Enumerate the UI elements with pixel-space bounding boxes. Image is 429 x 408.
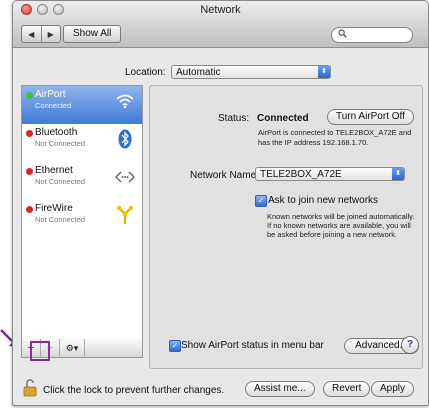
network-name-label: Network Name: <box>190 170 259 181</box>
service-item-firewire[interactable]: FireWire Not Connected <box>22 200 142 238</box>
search-icon <box>338 29 347 40</box>
network-name-value: TELE2BOX_A72E <box>260 169 342 180</box>
status-value: Connected <box>257 113 309 124</box>
lock-text: Click the lock to prevent further change… <box>43 385 225 396</box>
location-label: Location: <box>125 67 166 78</box>
wifi-icon <box>114 90 136 112</box>
service-status: Not Connected <box>35 215 86 224</box>
status-dot <box>26 168 33 175</box>
service-status: Connected <box>35 101 72 110</box>
action-menu-button[interactable]: ⚙▾ <box>60 339 85 357</box>
service-name: AirPort <box>35 89 66 100</box>
revert-button[interactable]: Revert <box>323 381 371 397</box>
service-status: Not Connected <box>35 177 86 186</box>
service-item-ethernet[interactable]: Ethernet Not Connected <box>22 162 142 200</box>
chevron-updown-icon: ⬍ <box>318 66 330 78</box>
help-button[interactable]: ? <box>401 336 419 354</box>
service-list: AirPort Connected Bluetooth Not Connecte… <box>21 85 143 341</box>
show-status-label: Show AirPort status in menu bar <box>181 340 324 351</box>
service-item-bluetooth[interactable]: Bluetooth Not Connected <box>22 124 142 162</box>
status-dot <box>26 206 33 213</box>
back-button[interactable]: ◀ <box>22 26 41 42</box>
status-description-line2: has the IP address 192.168.1.70. <box>258 138 369 147</box>
show-status-checkbox[interactable]: ✓ <box>169 340 181 352</box>
assist-me-button[interactable]: Assist me... <box>245 381 315 397</box>
status-dot <box>26 130 33 137</box>
footer: Click the lock to prevent further change… <box>13 369 428 405</box>
chevron-updown-icon: ⬍ <box>392 168 404 180</box>
firewire-icon <box>114 204 136 226</box>
bluetooth-icon <box>114 128 136 150</box>
turn-airport-off-button[interactable]: Turn AirPort Off <box>327 109 414 125</box>
service-name: Bluetooth <box>35 127 78 138</box>
show-all-button[interactable]: Show All <box>63 25 122 43</box>
forward-button[interactable]: ▶ <box>40 26 61 42</box>
title-bar: Network ◀ ▶ Show All <box>13 1 428 48</box>
highlight-box <box>30 341 50 361</box>
location-value: Automatic <box>176 67 221 78</box>
ask-join-description-line3: be asked before joining a new network. <box>267 230 398 239</box>
service-name: Ethernet <box>35 165 73 176</box>
service-status: Not Connected <box>35 139 86 148</box>
lock-icon[interactable] <box>23 379 37 400</box>
search-field[interactable] <box>331 27 413 43</box>
location-select[interactable]: Automatic ⬍ <box>171 65 331 79</box>
service-item-airport[interactable]: AirPort Connected <box>22 86 142 124</box>
status-dot <box>26 92 33 99</box>
service-name: FireWire <box>35 203 73 214</box>
status-label: Status: <box>218 113 250 124</box>
network-preferences-window: Network ◀ ▶ Show All Location: Automatic… <box>12 0 429 406</box>
ask-join-label: Ask to join new networks <box>268 195 379 206</box>
back-forward-control: ◀ ▶ <box>21 25 61 43</box>
status-description-line1: AirPort is connected to TELE2BOX_A72E an… <box>258 128 412 137</box>
window-title: Network <box>200 4 241 16</box>
ethernet-icon <box>114 166 136 188</box>
ask-join-checkbox[interactable]: ✓ <box>255 195 267 207</box>
apply-button[interactable]: Apply <box>371 381 415 397</box>
network-name-select[interactable]: TELE2BOX_A72E ⬍ <box>255 167 405 181</box>
detail-panel: Status: Connected Turn AirPort Off AirPo… <box>149 85 423 369</box>
